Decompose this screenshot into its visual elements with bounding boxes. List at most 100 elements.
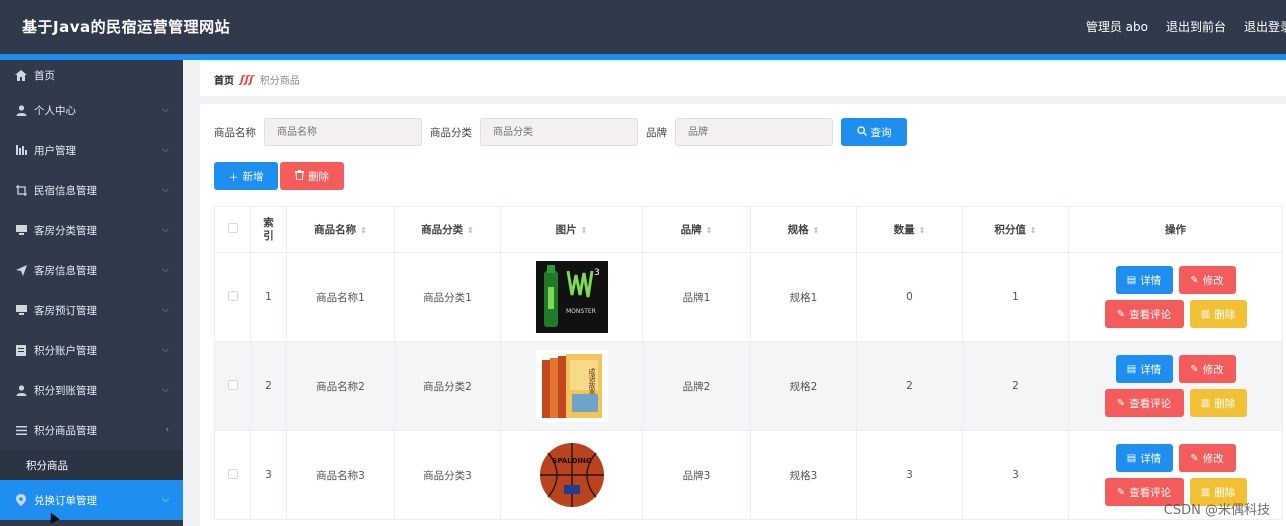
top-header: 基于Java的民宿运营管理网站 管理员 abo 退出到前台 退出登录 xyxy=(0,0,1286,54)
header-accent-bar xyxy=(0,54,1286,60)
chevron-down-icon: ⌵ xyxy=(162,345,169,355)
header-points[interactable]: 积分值 ⇕ xyxy=(962,206,1069,253)
table-header-row: 索引 商品名称 ⇕ 商品分类 ⇕ 图片 ⇕ 品牌 ⇕ 规格 ⇕ 数量 ⇕ 积分值 ⇕ 操作 xyxy=(214,206,1283,253)
pencil-icon: ✎ xyxy=(1116,486,1126,498)
sidebar-item-points-account[interactable]: 积分账户管理 ⌵ xyxy=(0,330,183,370)
sidebar-item-exchange-orders[interactable]: 兑换订单管理 ⌵ xyxy=(0,480,183,524)
view-comments-button[interactable]: ✎ 查看评论 xyxy=(1104,389,1184,417)
category-search-input[interactable] xyxy=(480,118,638,146)
idiom-story-books-image: 成语故事 xyxy=(535,350,608,422)
sort-icon[interactable]: ⇕ xyxy=(581,226,588,235)
select-all-checkbox[interactable] xyxy=(227,223,238,233)
table-row: 2 商品名称2 商品分类2 成语故事 品牌2 规格2 2 2 ▤ 详情 ✎ 修改… xyxy=(214,341,1283,431)
trash-icon: ▥ xyxy=(1200,486,1211,498)
cell-index: 1 xyxy=(250,252,287,342)
select-all-cell[interactable] xyxy=(214,206,251,253)
monster-label: MONSTER xyxy=(566,308,596,315)
row-delete-button[interactable]: ▥ 删除 xyxy=(1189,389,1247,417)
header-spec[interactable]: 规格 ⇕ xyxy=(750,206,857,253)
header-name[interactable]: 商品名称 ⇕ xyxy=(286,206,395,253)
sidebar-item-room-category[interactable]: 客房分类管理 ⌵ xyxy=(0,210,183,250)
logout-link[interactable]: 退出登录 xyxy=(1244,18,1286,35)
sidebar-item-label: 积分到账管理 xyxy=(34,384,97,397)
sidebar-item-label: 客房分类管理 xyxy=(34,224,97,237)
batch-delete-button[interactable]: 删除 xyxy=(280,162,344,190)
sort-icon[interactable]: ⇕ xyxy=(813,226,820,235)
breadcrumb: 首页 ʃʃʃ 积分商品 xyxy=(200,62,1286,96)
sidebar-item-room-booking[interactable]: 客房预订管理 ⌵ xyxy=(0,290,183,330)
sidebar-item-user-management[interactable]: 用户管理 ⌵ xyxy=(0,130,183,170)
breadcrumb-separator-icon: ʃʃʃ xyxy=(240,72,254,86)
row-checkbox[interactable] xyxy=(227,379,238,390)
detail-button[interactable]: ▤ 详情 xyxy=(1115,266,1173,294)
cell-category: 商品分类2 xyxy=(394,341,501,431)
detail-button[interactable]: ▤ 详情 xyxy=(1115,355,1173,383)
edit-button[interactable]: ✎ 修改 xyxy=(1178,444,1236,472)
cell-brand: 品牌2 xyxy=(642,341,751,431)
chevron-down-icon: ⌵ xyxy=(162,185,169,195)
name-search-input[interactable] xyxy=(264,118,422,146)
sort-icon[interactable]: ⇕ xyxy=(1030,226,1037,235)
name-label: 商品名称 xyxy=(214,126,256,139)
main-panel: 商品名称 商品分类 品牌 查询 ＋ 新增 删除 xyxy=(200,104,1286,526)
location-icon xyxy=(14,494,28,506)
sidebar-item-homestay-info[interactable]: 民宿信息管理 ⌵ xyxy=(0,170,183,210)
header-image[interactable]: 图片 ⇕ xyxy=(500,206,643,253)
chevron-down-icon: ⌵ xyxy=(162,385,169,395)
user-label: 管理员 abo xyxy=(1085,20,1148,34)
document-icon: ▤ xyxy=(1126,452,1137,464)
chevron-down-icon: ⌵ xyxy=(162,225,169,235)
view-comments-button[interactable]: ✎ 查看评论 xyxy=(1104,300,1184,328)
edit-button[interactable]: ✎ 修改 xyxy=(1178,355,1236,383)
breadcrumb-current: 积分商品 xyxy=(259,75,300,87)
sidebar-item-personal-center[interactable]: 个人中心 ⌵ xyxy=(0,90,183,130)
document-icon: ▤ xyxy=(1126,274,1137,286)
ball-brand: SPALDING xyxy=(552,457,592,465)
chevron-up-icon: ‹ xyxy=(165,425,169,435)
cell-index: 3 xyxy=(250,430,287,520)
search-form: 商品名称 商品分类 品牌 查询 xyxy=(214,118,907,146)
home-icon xyxy=(14,69,28,81)
pencil-icon: ✎ xyxy=(1116,397,1126,409)
user-icon xyxy=(14,384,28,396)
sort-icon[interactable]: ⇕ xyxy=(360,226,367,235)
header-category[interactable]: 商品分类 ⇕ xyxy=(394,206,501,253)
edit-button[interactable]: ✎ 修改 xyxy=(1178,266,1236,294)
list-icon xyxy=(14,424,28,436)
sidebar-subitem-label: 积分商品 xyxy=(26,459,68,472)
header-brand[interactable]: 品牌 ⇕ xyxy=(642,206,751,253)
row-checkbox[interactable] xyxy=(227,468,238,479)
table-row: 1 商品名称1 商品分类1 3 MONSTER 品牌1 规格1 0 1 ▤ 详情… xyxy=(214,252,1283,342)
sidebar-item-points-arrival[interactable]: 积分到账管理 ⌵ xyxy=(0,370,183,410)
crop-icon xyxy=(14,184,28,196)
sort-icon[interactable]: ⇕ xyxy=(706,226,713,235)
row-checkbox[interactable] xyxy=(227,290,238,301)
sidebar-item-label: 兑换订单管理 xyxy=(34,494,97,507)
cell-points: 3 xyxy=(962,430,1069,520)
bar-chart-icon xyxy=(14,144,28,156)
pencil-icon: ✎ xyxy=(1190,363,1199,375)
sort-icon[interactable]: ⇕ xyxy=(467,226,474,235)
query-button[interactable]: 查询 xyxy=(841,118,907,146)
sidebar-item-points-goods[interactable]: 积分商品管理 ‹ xyxy=(0,410,183,450)
sidebar-subitem-points-goods[interactable]: 积分商品 xyxy=(0,450,183,480)
row-delete-button[interactable]: ▥ 删除 xyxy=(1189,300,1247,328)
sidebar-item-home[interactable]: 首页 xyxy=(0,60,183,90)
detail-button[interactable]: ▤ 详情 xyxy=(1115,444,1173,472)
cell-quantity: 0 xyxy=(856,252,963,342)
header-quantity[interactable]: 数量 ⇕ xyxy=(856,206,963,253)
mouse-cursor-icon xyxy=(46,510,60,524)
chevron-down-icon: ⌵ xyxy=(162,265,169,275)
cell-spec: 规格2 xyxy=(750,341,857,431)
breadcrumb-home[interactable]: 首页 xyxy=(214,72,234,87)
cell-category: 商品分类3 xyxy=(394,430,501,520)
sidebar-item-label: 积分账户管理 xyxy=(34,344,97,357)
brand-label: 品牌 xyxy=(646,126,667,139)
brand-search-input[interactable] xyxy=(675,118,833,146)
add-button[interactable]: ＋ 新增 xyxy=(214,162,278,190)
back-to-front-link[interactable]: 退出到前台 xyxy=(1166,18,1226,35)
pencil-icon: ✎ xyxy=(1190,452,1199,464)
pencil-icon: ✎ xyxy=(1116,308,1126,320)
sidebar-item-room-info[interactable]: 客房信息管理 ⌵ xyxy=(0,250,183,290)
sort-icon[interactable]: ⇕ xyxy=(919,226,926,235)
